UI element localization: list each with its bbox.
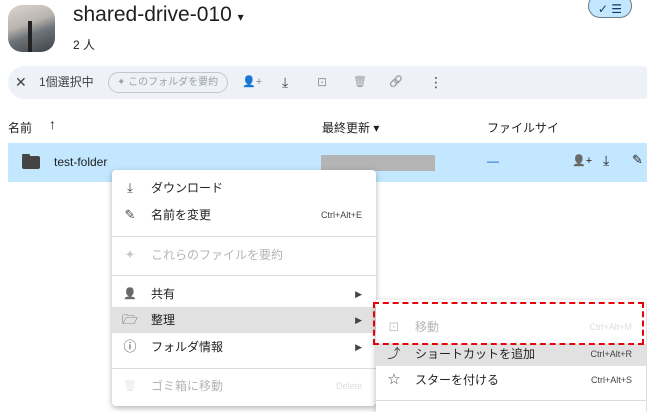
column-name[interactable]: 名前 bbox=[8, 119, 32, 136]
menu-label: これらのファイルを要約 bbox=[151, 248, 284, 262]
menu-label: スターを付ける bbox=[415, 373, 500, 387]
add-shortcut-icon: ⤴ bbox=[387, 346, 401, 361]
menu-label: 共有 bbox=[151, 287, 176, 301]
submenu-star[interactable]: ☆ スターを付ける Ctrl+Alt+S bbox=[376, 367, 646, 393]
close-icon[interactable]: ✕ bbox=[15, 66, 27, 99]
member-count[interactable]: 2 人 bbox=[73, 36, 95, 53]
menu-download[interactable]: ⤓ ダウンロード bbox=[112, 175, 376, 201]
menu-summarize: ✦ これらのファイルを要約 bbox=[112, 242, 376, 268]
sparkle-icon: ✦ bbox=[124, 247, 136, 262]
column-size[interactable]: ファイルサイ bbox=[487, 119, 559, 136]
menu-share[interactable]: 👤 共有 ▶ bbox=[112, 281, 376, 307]
link-icon[interactable]: 🔗 bbox=[389, 66, 403, 99]
chevron-right-icon: ▶ bbox=[355, 289, 362, 299]
menu-shortcut: Ctrl+Alt+E bbox=[320, 210, 362, 220]
context-menu: ⤓ ダウンロード ✎ 名前を変更 Ctrl+Alt+E ✦ これらのファイルを要約 👤 共… bbox=[112, 170, 376, 406]
drive-title[interactable]: shared-drive-010 ▾ bbox=[73, 3, 244, 27]
menu-shortcut: Ctrl+Alt+S bbox=[590, 375, 632, 385]
chevron-right-icon: ▶ bbox=[355, 315, 362, 325]
divider bbox=[112, 236, 376, 237]
menu-folder-info[interactable]: ⓘ フォルダ情報 ▶ bbox=[112, 334, 376, 360]
view-toggle[interactable]: ✓ ☰ bbox=[588, 0, 632, 18]
menu-shortcut: Delete bbox=[335, 381, 362, 391]
menu-trash: 🗑 ゴミ箱に移動 Delete bbox=[112, 373, 376, 399]
folder-icon bbox=[22, 154, 40, 169]
selection-count: 1個選択中 bbox=[39, 75, 94, 89]
menu-label: ゴミ箱に移動 bbox=[151, 379, 224, 393]
modified-redacted bbox=[321, 155, 435, 171]
row-download-icon[interactable]: ⤓ bbox=[603, 152, 609, 169]
menu-organize[interactable]: 🗁 整理 ▶ bbox=[112, 307, 376, 333]
row-share-icon[interactable]: 👤+ bbox=[572, 154, 592, 167]
folder-open-icon: 🗁 bbox=[122, 312, 139, 327]
sort-arrow-icon[interactable]: ↑ bbox=[49, 116, 56, 132]
share-icon[interactable]: 👤+ bbox=[242, 66, 262, 99]
pencil-icon: ✎ bbox=[124, 207, 136, 222]
drive-avatar bbox=[8, 5, 55, 52]
move-icon[interactable]: ⊡ bbox=[317, 66, 327, 99]
menu-label: ショートカットを追加 bbox=[415, 347, 536, 361]
menu-label: 名前を変更 bbox=[151, 208, 212, 222]
menu-label: フォルダ情報 bbox=[151, 340, 224, 354]
menu-rename[interactable]: ✎ 名前を変更 Ctrl+Alt+E bbox=[112, 202, 376, 228]
trash-icon[interactable]: 🗑 bbox=[353, 66, 367, 99]
divider bbox=[112, 275, 376, 276]
summarize-folder-button[interactable]: ✦ このフォルダを要約 bbox=[108, 72, 228, 93]
submenu-add-shortcut[interactable]: ⤴ ショートカットを追加 Ctrl+Alt+R bbox=[376, 344, 646, 366]
menu-label: ダウンロード bbox=[151, 181, 224, 195]
menu-shortcut: Ctrl+Alt+R bbox=[590, 349, 632, 359]
share-icon: 👤 bbox=[123, 288, 137, 300]
row-rename-icon[interactable]: ✎ bbox=[632, 152, 643, 168]
download-icon: ⤓ bbox=[127, 180, 133, 195]
more-icon[interactable]: ⋮ bbox=[429, 66, 443, 99]
trash-icon: 🗑 bbox=[123, 380, 137, 392]
chevron-right-icon: ▶ bbox=[355, 342, 362, 352]
highlight-box bbox=[373, 302, 644, 345]
divider bbox=[112, 368, 376, 369]
info-icon: ⓘ bbox=[123, 339, 137, 354]
column-modified[interactable]: 最終更新 ▾ bbox=[322, 119, 379, 136]
download-icon[interactable]: ⤓ bbox=[282, 66, 288, 99]
menu-label: 整理 bbox=[151, 313, 176, 327]
file-name[interactable]: test-folder bbox=[54, 155, 107, 169]
file-size: — bbox=[487, 154, 499, 168]
selection-toolbar: ✕ 1個選択中 ✦ このフォルダを要約 👤+ ⤓ ⊡ 🗑 🔗 ⋮ bbox=[8, 66, 647, 99]
drive-title-text: shared-drive-010 bbox=[73, 3, 232, 26]
dropdown-icon[interactable]: ▾ bbox=[238, 10, 244, 24]
divider bbox=[376, 400, 646, 401]
star-icon: ☆ bbox=[387, 371, 401, 388]
